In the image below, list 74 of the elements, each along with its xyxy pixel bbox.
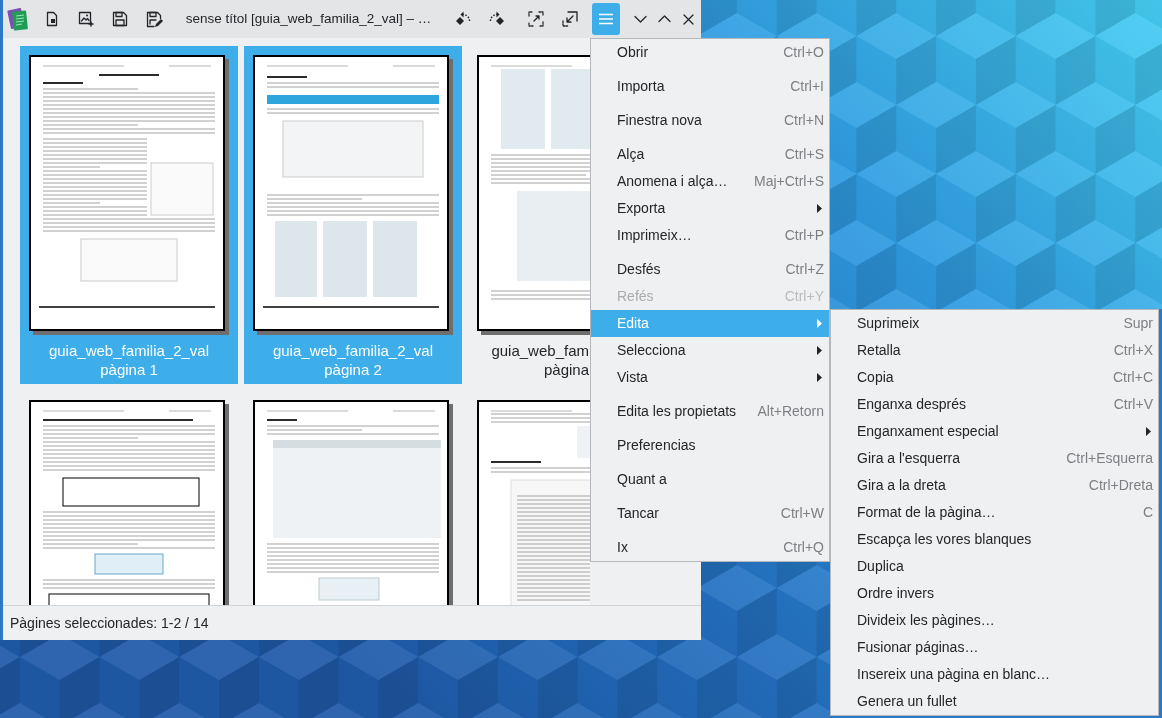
menu-item[interactable]: Retalla xyxy=(857,340,901,361)
menu-item[interactable]: Divideix les pàgines… xyxy=(857,610,995,631)
rotate-right-icon[interactable] xyxy=(488,10,506,28)
chevron-up-icon[interactable] xyxy=(657,15,671,23)
shortcut-text: Ctrl+V xyxy=(1112,395,1153,414)
menu-item[interactable]: Ordre invers xyxy=(857,583,935,604)
menu-item[interactable]: Vista xyxy=(617,367,648,388)
expand-icon[interactable] xyxy=(527,10,545,28)
rotate-left-icon[interactable] xyxy=(454,10,472,28)
menu-item[interactable]: Insereix una pàgina en blanc… xyxy=(857,664,1051,685)
page-thumbnail[interactable] xyxy=(29,55,229,335)
menu-item[interactable]: Quant a xyxy=(617,469,667,490)
menu-item[interactable]: Imprimeix… xyxy=(617,225,692,246)
page-number: pàgina 1 xyxy=(100,360,158,379)
menu-item[interactable]: Fusionar páginas… xyxy=(857,637,979,658)
menu-item[interactable]: Escapça les vores blanques xyxy=(857,529,1032,550)
menu-item[interactable]: Selecciona xyxy=(617,340,686,361)
chevron-down-icon[interactable] xyxy=(633,15,647,23)
menu-item[interactable]: Preferencias xyxy=(617,435,696,456)
file-name: guia_web_fam xyxy=(491,341,589,360)
menu-item[interactable]: Exporta xyxy=(617,198,666,219)
shortcut-text: Alt+Retorn xyxy=(756,402,824,421)
menu-item[interactable]: Format de la pàgina… xyxy=(857,502,996,523)
shrink-icon[interactable] xyxy=(561,10,579,28)
shortcut-text: Ctrl+P xyxy=(783,226,824,245)
page-number: pàgina xyxy=(543,360,589,379)
shortcut-text: Maj+Ctrl+S xyxy=(752,172,824,191)
shortcut-text: Ctrl+Dreta xyxy=(1087,476,1153,495)
page-thumbnail[interactable] xyxy=(29,400,229,605)
shortcut-text: Supr xyxy=(1122,314,1153,333)
close-icon[interactable] xyxy=(683,13,694,25)
page-thumbnail[interactable] xyxy=(253,400,453,605)
menu-item[interactable]: Genera un fullet xyxy=(857,691,957,712)
shortcut-text: C xyxy=(1141,503,1153,522)
shortcut-text: Ctrl+C xyxy=(1111,368,1153,387)
menu-item[interactable]: Enganxament especial xyxy=(857,421,999,442)
menu-item[interactable]: Edita les propietats xyxy=(617,401,737,422)
shortcut-text: Ctrl+I xyxy=(789,77,824,96)
menu-item[interactable]: Copia xyxy=(857,367,894,388)
menu-item[interactable]: Gira a la dreta xyxy=(857,475,946,496)
menu-item[interactable]: Alça xyxy=(617,144,645,165)
shortcut-text: Ctrl+S xyxy=(783,145,824,164)
shortcut-text: Ctrl+N xyxy=(782,111,824,130)
menu-item[interactable]: Anomena i alça… xyxy=(617,171,728,192)
menu-item[interactable]: Ix xyxy=(617,537,628,558)
menu-item[interactable]: Suprimeix xyxy=(857,313,920,334)
page-number: pàgina 2 xyxy=(324,360,382,379)
menu-icon xyxy=(599,13,613,25)
page-icon[interactable] xyxy=(44,11,60,27)
menu-item[interactable]: Finestra nova xyxy=(617,110,702,131)
shortcut-text: Ctrl+Q xyxy=(782,538,824,557)
menu-item[interactable]: Duplica xyxy=(857,556,904,577)
shortcut-text: Ctrl+W xyxy=(779,504,824,523)
page-thumbnail[interactable] xyxy=(477,400,590,605)
page-thumbnail[interactable] xyxy=(477,55,590,335)
shortcut-text: Ctrl+Esquerra xyxy=(1065,449,1153,468)
file-name: guia_web_familia_2_val xyxy=(272,341,434,360)
menu-item[interactable]: Importa xyxy=(617,76,665,97)
window-title: sense títol [guia_web_familia_2_val] – … xyxy=(185,9,432,28)
save-icon[interactable] xyxy=(112,11,128,27)
menu-item[interactable]: Gira a l'esquerra xyxy=(857,448,961,469)
status-text: Pàgines seleccionades: 1-2 / 14 xyxy=(10,613,209,633)
menu-item[interactable]: Enganxa després xyxy=(857,394,966,415)
shortcut-text: Ctrl+X xyxy=(1112,341,1153,360)
page-thumbnail[interactable] xyxy=(253,55,453,335)
save-as-icon[interactable] xyxy=(145,10,163,28)
app-icon xyxy=(7,6,29,32)
image-add-icon[interactable] xyxy=(78,11,94,27)
menu-item[interactable]: Tancar xyxy=(617,503,660,524)
file-name: guia_web_familia_2_val xyxy=(48,341,210,360)
menu-item[interactable]: Desfés xyxy=(617,259,661,280)
shortcut-text: Ctrl+O xyxy=(782,43,824,62)
shortcut-text: Ctrl+Z xyxy=(784,260,824,279)
menu-item[interactable]: Obrir xyxy=(617,42,649,63)
